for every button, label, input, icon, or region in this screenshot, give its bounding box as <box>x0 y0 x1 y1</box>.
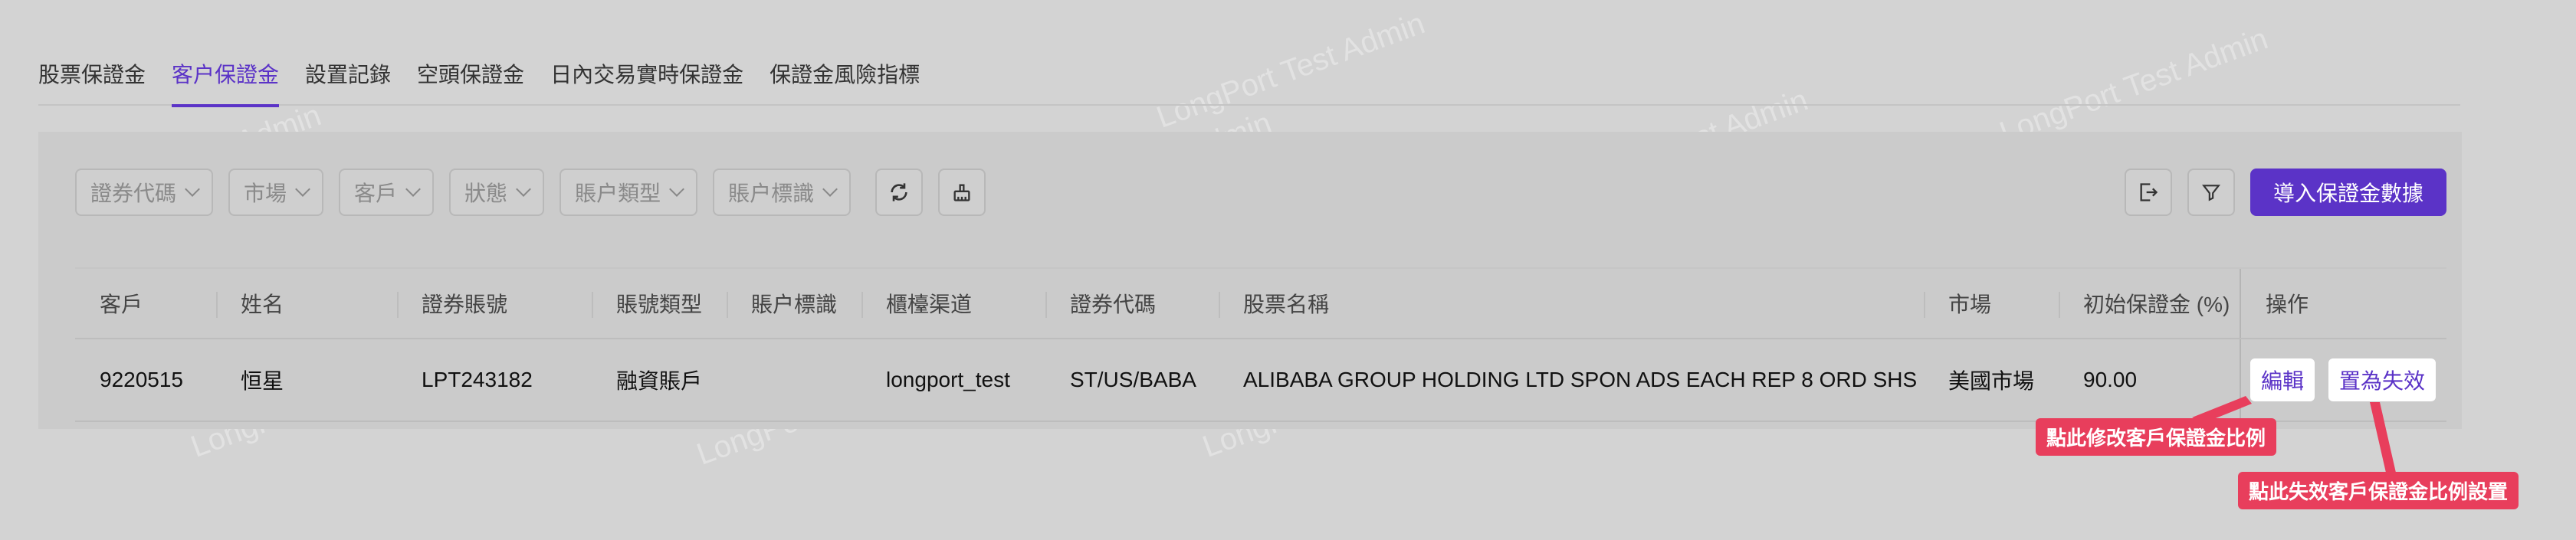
chevron-down-icon <box>516 182 531 197</box>
export-icon <box>2140 183 2158 201</box>
col-market: 市場 <box>1924 269 2059 338</box>
filter-bar: 證券代碼 市場 客戶 狀態 賬户類型 賬户標識 <box>75 169 986 216</box>
export-button[interactable] <box>2124 169 2172 216</box>
filter-label: 狀態 <box>464 182 508 205</box>
clear-button[interactable] <box>938 169 986 216</box>
col-account: 證券賬號 <box>397 269 592 338</box>
cell-actions: 編輯 置為失效 <box>2240 339 2446 421</box>
cell-stock-name: ALIBABA GROUP HOLDING LTD SPON ADS EACH … <box>1243 368 1918 391</box>
edit-hint-callout: 點此修改客戶保證金比例 <box>2036 418 2277 456</box>
invalidate-hint-callout: 點此失效客戶保證金比例設置 <box>2238 472 2519 509</box>
filter-symbol[interactable]: 證券代碼 <box>75 169 214 216</box>
filter-label: 賬户標識 <box>728 182 815 205</box>
filter-label: 客戶 <box>354 182 398 205</box>
tab-intraday-margin[interactable]: 日內交易實時保證金 <box>550 51 743 106</box>
filter-status[interactable]: 狀態 <box>449 169 545 216</box>
chevron-down-icon <box>405 182 421 197</box>
tab-settings-record[interactable]: 設置記錄 <box>305 51 391 106</box>
chevron-down-icon <box>295 182 310 197</box>
col-account-tag: 賬户標識 <box>727 269 861 338</box>
filter-label: 證券代碼 <box>90 182 177 205</box>
tab-customer-margin[interactable]: 客户保證金 <box>172 51 280 107</box>
content-panel: 證券代碼 市場 客戶 狀態 賬户類型 賬户標識 導入保證金數據 客戶 姓名 證券… <box>38 132 2462 429</box>
chevron-down-icon <box>185 182 200 197</box>
cell-account: LPT243182 <box>422 368 533 391</box>
col-channel: 櫃檯渠道 <box>861 269 1045 338</box>
broom-icon <box>953 184 970 201</box>
cell-account-tag <box>727 339 861 421</box>
col-stock-name: 股票名稱 <box>1219 269 1924 338</box>
refresh-icon <box>891 183 907 201</box>
right-toolbar: 導入保證金數據 <box>2124 169 2446 216</box>
filter-account-tag[interactable]: 賬户標識 <box>713 169 852 216</box>
invalidate-button[interactable]: 置為失效 <box>2328 358 2437 401</box>
col-actions: 操作 <box>2240 269 2446 338</box>
table-header: 客戶 姓名 證券賬號 賬號類型 賬户標識 櫃檯渠道 證券代碼 股票名稱 市場 初… <box>75 267 2446 339</box>
cell-customer: 9220515 <box>100 368 184 391</box>
margin-table: 客戶 姓名 證券賬號 賬號類型 賬户標識 櫃檯渠道 證券代碼 股票名稱 市場 初… <box>75 267 2446 422</box>
col-initial-margin: 初始保證金 (%) <box>2059 269 2240 338</box>
col-account-type: 賬號類型 <box>592 269 727 338</box>
filter-label: 賬户類型 <box>575 182 661 205</box>
refresh-button[interactable] <box>875 169 924 216</box>
col-symbol: 證券代碼 <box>1045 269 1219 338</box>
edit-button[interactable]: 編輯 <box>2250 358 2315 401</box>
tab-bar: 股票保證金 客户保證金 設置記錄 空頭保證金 日內交易實時保證金 保證金風險指標 <box>38 51 2460 107</box>
chevron-down-icon <box>669 182 684 197</box>
cell-symbol: ST/US/BABA <box>1070 368 1196 391</box>
funnel-icon <box>2202 185 2220 201</box>
chevron-down-icon <box>822 182 838 197</box>
tab-stock-margin[interactable]: 股票保證金 <box>38 51 146 106</box>
cell-name: 恒星 <box>241 369 284 393</box>
filter-label: 市場 <box>244 182 287 205</box>
col-name: 姓名 <box>216 269 397 338</box>
filter-account-type[interactable]: 賬户類型 <box>560 169 698 216</box>
tab-margin-risk[interactable]: 保證金風險指標 <box>770 51 920 106</box>
cell-channel: longport_test <box>886 368 1010 391</box>
table-row: 9220515 恒星 LPT243182 融資賬戶 longport_test … <box>75 339 2446 422</box>
cell-initial-margin: 90.00 <box>2083 368 2138 391</box>
cell-account-type: 融資賬戶 <box>616 369 703 393</box>
filter-toggle-button[interactable] <box>2187 169 2235 216</box>
filter-market[interactable]: 市場 <box>228 169 324 216</box>
import-margin-button[interactable]: 導入保證金數據 <box>2249 169 2446 216</box>
tab-short-margin[interactable]: 空頭保證金 <box>417 51 524 106</box>
cell-market: 美國市場 <box>1948 369 2035 393</box>
col-customer: 客戶 <box>100 293 143 316</box>
filter-customer[interactable]: 客戶 <box>339 169 435 216</box>
